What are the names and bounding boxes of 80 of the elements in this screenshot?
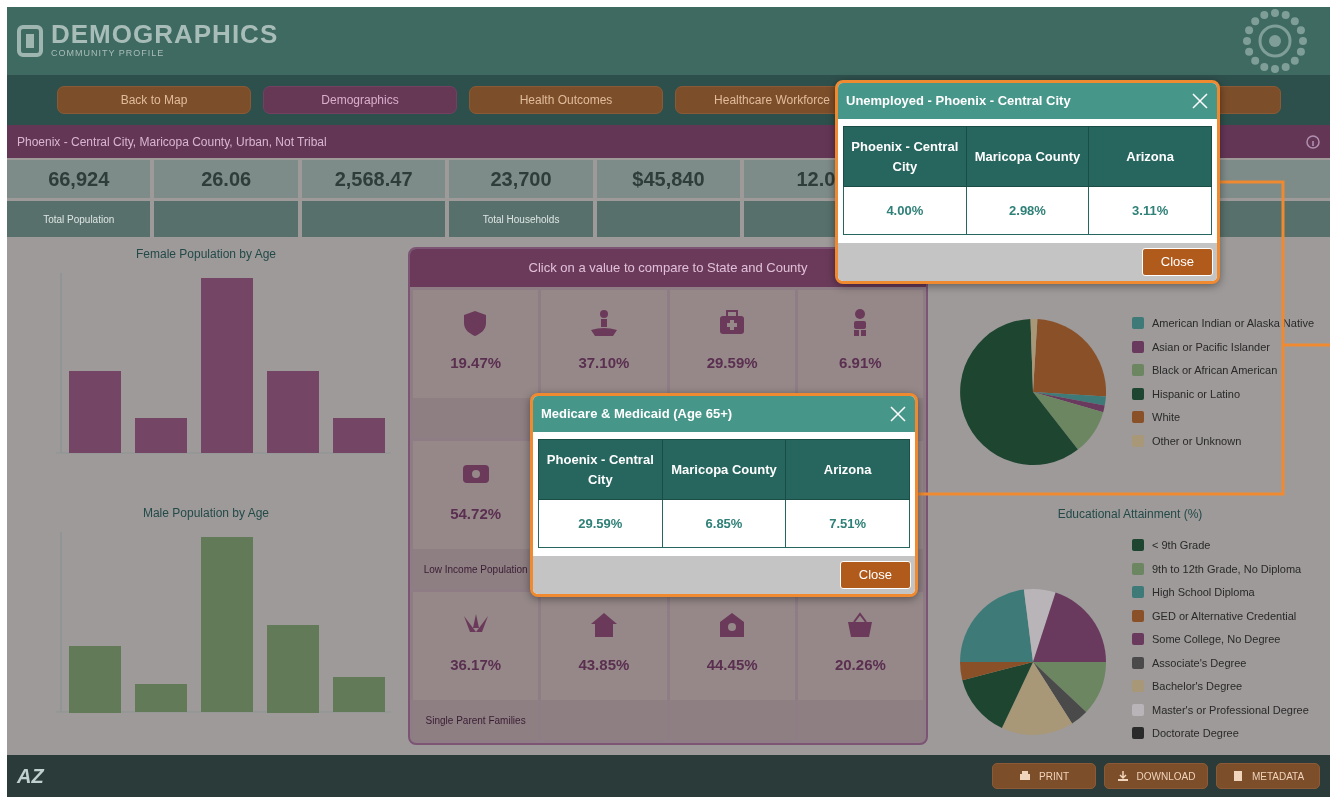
close-icon (1191, 92, 1209, 110)
chart-bar (333, 418, 385, 453)
stat-label: Total Households (482, 212, 560, 227)
chart-title: Male Population by Age (142, 505, 270, 522)
legend-label: Hispanic or Latino (1152, 386, 1241, 402)
column-header: Maricopa County (662, 439, 786, 500)
value-cell: 3.11% (1088, 186, 1212, 235)
legend-label: Bachelor's Degree (1152, 679, 1243, 694)
tile-value[interactable]: 19.47% (450, 352, 502, 375)
legend-label: American Indian or Alaska Native (1152, 316, 1315, 331)
chart-bar (135, 418, 187, 453)
tile-value[interactable]: 6.91% (839, 352, 882, 375)
legend-label: GED or Alternative Credential (1152, 608, 1297, 624)
stat-value: 2,568.47 (334, 167, 413, 192)
legend-label: Doctorate Degree (1152, 726, 1239, 741)
logo-subtitle: COMMUNITY PROFILE (51, 47, 166, 61)
legend-label: Associate's Degree (1152, 655, 1247, 671)
tile-value[interactable]: 37.10% (578, 352, 630, 375)
tile-label: Low Income Population (423, 562, 528, 577)
column-header: Phoenix - Central City (843, 126, 967, 187)
tile-value[interactable]: 54.72% (450, 503, 502, 526)
chart-title: Educational Attainment (%) (1056, 506, 1204, 523)
tile-label: Single Parent Families (425, 713, 526, 728)
footer-button[interactable]: METADATA (1216, 763, 1320, 789)
hand-person-icon (588, 308, 619, 338)
legend-label: Black or African American (1152, 363, 1278, 378)
tile-value[interactable]: 20.26% (834, 654, 886, 677)
value-cell: 2.98% (966, 186, 1089, 235)
footer-button[interactable]: PRINT (992, 763, 1096, 789)
nav-button[interactable]: Demographics (263, 86, 457, 114)
location-breadcrumb: Phoenix - Central City, Maricopa County, Urban, Not Tribal (17, 133, 327, 151)
stat-value: 23,700 (490, 167, 552, 192)
info-icon (1306, 134, 1320, 149)
legend-label: < 9th Grade (1152, 538, 1211, 553)
download-icon (1116, 770, 1129, 782)
legend-label: Asian or Pacific Islander (1152, 339, 1270, 355)
tile-value[interactable]: 43.85% (578, 654, 630, 677)
close-button[interactable]: Close (1141, 248, 1213, 276)
legend-label: 9th to 12th Grade, No Diploma (1152, 561, 1302, 577)
legend-label: White (1152, 410, 1181, 425)
metric-tile[interactable]: 36.17% Single Parent Families (413, 592, 539, 740)
legend-label: High School Diploma (1152, 585, 1255, 600)
chart-bar (135, 684, 187, 712)
stat-label: Total Population (43, 212, 115, 227)
column-header: Maricopa County (966, 126, 1089, 187)
value-cell: 29.59% (538, 499, 663, 548)
chart-bar (333, 677, 385, 712)
close-icon (889, 405, 907, 423)
logo-icon (17, 25, 43, 57)
value-cell: 6.85% (662, 499, 786, 548)
legend-label: Some College, No Degree (1152, 632, 1281, 647)
chart-title: Female Population by Age (135, 246, 277, 263)
panel-title: Click on a value to compare to State and County (528, 259, 808, 278)
close-button[interactable] (889, 405, 907, 423)
printer-icon (1019, 770, 1031, 782)
footer-button[interactable]: DOWNLOAD (1104, 763, 1208, 789)
logo-title: DEMOGRAPHICS (51, 21, 279, 48)
legend-label: Master's or Professional Degree (1152, 702, 1309, 718)
value-cell: 4.00% (843, 186, 967, 235)
stat-value: 26.06 (201, 167, 252, 192)
tile-value[interactable]: 29.59% (706, 352, 758, 375)
metric-tile[interactable]: 20.26% (797, 592, 923, 740)
stat-value: $45,840 (632, 167, 705, 192)
close-button[interactable]: Close (839, 561, 911, 589)
value-cell: 7.51% (785, 499, 910, 548)
nav-button[interactable]: Back to Map (57, 86, 251, 114)
document-icon (1231, 770, 1244, 782)
tile-value[interactable]: 36.17% (450, 654, 502, 677)
close-button[interactable] (1191, 92, 1209, 110)
stat-value: 66,924 (48, 167, 110, 192)
metric-tile[interactable]: 19.47% (413, 290, 539, 438)
column-header: Phoenix - Central City (538, 439, 663, 500)
legend-label: Other or Unknown (1152, 433, 1242, 449)
column-header: Arizona (1088, 126, 1212, 187)
tile-value[interactable]: 44.45% (706, 654, 758, 677)
chart-bar (69, 646, 121, 713)
nav-button[interactable]: Health Outcomes (469, 86, 663, 114)
stat-value: 12.0 (796, 167, 836, 192)
footer-logo: AZ (17, 764, 44, 789)
column-header: Arizona (785, 439, 910, 500)
